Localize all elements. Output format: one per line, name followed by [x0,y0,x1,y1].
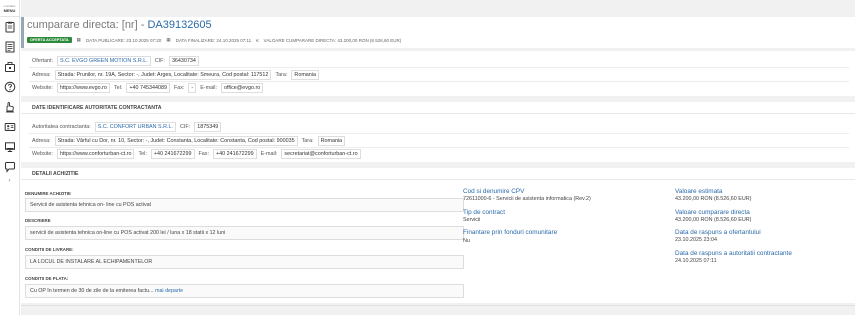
calendar-icon: ▦ [166,37,171,42]
authority-country-value: Romania [317,136,346,146]
descriere-label: DESCRIERE [25,218,51,223]
authority-contact-row: Website: https://www.conforturban-ct.ro … [32,149,361,159]
authority-tel-value: +40 241672299 [150,149,195,159]
date-finalized: DATA FINALIZARE: 24.10.2025 07:11 [175,37,252,43]
plata-field: Cu OP în termen de 30 de zile de la emit… [25,284,464,298]
offerer-label: Ofertant: [32,58,53,64]
offerer-country-label: Tara: [275,72,288,78]
offerer-fax-label: Fax: [173,85,185,91]
authority-address-row: Adresa: Strada: Vârful cu Dor, nr. 10, S… [32,136,346,146]
offerer-email-value[interactable]: office@evgo.ro [221,83,264,93]
date-published: DATA PUBLICARE: 23.10.2025 07:20 [85,37,162,43]
euro-icon: € [256,37,259,43]
separator [29,67,849,68]
separator [29,147,849,148]
authority-website-label: Website: [32,151,53,157]
authority-website-value[interactable]: https://www.conforturban-ct.ro [56,149,135,159]
offerer-website-value[interactable]: https://www.evgo.ro [56,83,110,93]
procurement-header: cumparare directa: [nr] - DA39132605 OFE… [21,17,855,48]
expand-sidebar-icon[interactable]: › [0,178,19,184]
descriere-field: servicii de asistenta tehnica on-line cu… [25,226,464,240]
clipboard-icon[interactable] [0,17,20,37]
authority-address-value: Strada: Vârful cu Dor, nr. 10, Sector: -… [54,136,298,146]
authority-section-title: DATE IDENTIFICARE AUTORITATE CONTRACTANT… [21,102,855,114]
offerer-row: Ofertant: S.C. EVGO GREEN MOTION S.R.L. … [32,56,199,66]
valoare-estimata-value: 43.200,00 RON (8.526,60 EUR) [675,196,752,202]
authority-cif-value: 1875349 [194,122,222,132]
raspuns-ofertant-value: 23.10.2025 23:04 [675,237,717,243]
authority-cif-label: CIF: [180,124,191,130]
page-title: cumparare directa: [nr] - DA39132605 [27,19,212,31]
offerer-email-label: E-mail: [200,85,217,91]
authority-address-label: Adresa: [32,138,51,144]
procurement-id-link[interactable]: DA39132605 [147,19,211,31]
livrare-field: LA LOCUL DE INSTALARE AL ECHIPAMENTELOR [25,255,464,269]
authority-tel-label: Tel: [138,151,147,157]
tip-contract-title: Tip de contract [463,209,506,216]
authority-name-link[interactable]: S.C. CONFORT URBAN S.R.L. [94,122,177,132]
help-icon[interactable] [0,77,20,97]
sidebar: e-licitatie MENU › [0,0,20,315]
cpv-value: 72611000-6 - Servicii de asistenta infor… [463,196,591,202]
fonduri-value: Nu [463,238,470,244]
tip-contract-value: Servicii [463,217,481,223]
offerer-cif-label: CIF: [154,58,165,64]
id-card-icon[interactable] [0,117,20,137]
authority-fax-value: +40 241672299 [212,149,257,159]
denumire-field: Servicii de asistenta tehnica on- line c… [25,198,464,212]
offerer-cif-value: 36430734 [168,56,199,66]
read-more-link[interactable]: mai departe [155,288,183,294]
menu-toggle[interactable]: e-licitatie MENU [0,0,19,17]
authority-fax-label: Fax: [198,151,209,157]
offerer-name-link[interactable]: S.C. EVGO GREEN MOTION S.R.L. [56,56,151,66]
offerer-address-row: Adresa: Strada: Prunilor, nr. 19A, Secto… [32,70,319,80]
livrare-label: CONDITII DE LIVRARE: [25,247,74,252]
monitor-icon[interactable] [0,137,20,157]
offerer-address-label: Adresa: [32,72,51,78]
hand-gavel-icon[interactable] [0,97,20,117]
title-prefix: cumparare directa: [nr] - [27,19,148,31]
status-badge: OFERTA ACCEPTATA [27,37,72,43]
offerer-tel-label: Tel: [113,85,123,91]
fonduri-title: Finantare prin fonduri comunitare [463,229,558,236]
document-list-icon[interactable] [0,37,20,57]
offerer-address-value: Strada: Prunilor, nr. 19A, Sector: -, Ju… [54,70,272,80]
raspuns-autoritate-title: Data de raspuns a autoritatii contractan… [675,250,792,257]
details-section-title: DETALII ACHIZITIE [21,168,855,180]
authority-label: Autoritatea contractanta: [32,124,91,130]
header-meta: OFERTA ACCEPTATA ▦ DATA PUBLICARE: 23.10… [27,37,401,43]
authority-country-label: Tara: [301,138,314,144]
separator [29,81,849,82]
offerer-fax-value: - [188,83,197,93]
bottom-divider [21,305,855,306]
raspuns-ofertant-title: Data de raspuns a ofertantului [675,229,761,236]
offerer-card: Ofertant: S.C. EVGO GREEN MOTION S.R.L. … [21,51,855,96]
valoare-estimata-title: Valoare estimata [675,188,723,195]
authority-email-label: E-mail: [260,151,278,157]
main-content: cumparare directa: [nr] - DA39132605 OFE… [21,0,855,315]
valoare-cumparare-value: 43.200,00 RON (8.526,60 EUR) [675,217,752,223]
offerer-contact-row: Website: https://www.evgo.ro Tel: +40 74… [32,83,264,93]
details-card: DETALII ACHIZITIE DENUMIRE ACHIZITIE Ser… [21,168,855,303]
valoare-cumparare-title: Valoare cumparare directa [675,209,750,216]
authority-row: Autoritatea contractanta: S.C. CONFORT U… [32,122,222,132]
plata-label: CONDITII DE PLATA: [25,276,69,281]
offerer-website-label: Website: [32,85,53,91]
authority-email-value[interactable]: secretariat@conforturban-ct.ro [281,149,361,159]
denumire-label: DENUMIRE ACHIZITIE [25,191,71,196]
offerer-tel-value: +40 745344089 [126,83,170,93]
menu-label: MENU [3,7,16,13]
direct-purchase-value: VALOARE CUMPARARE DIRECTA: 43.200,00 RON… [263,37,402,43]
chat-icon[interactable] [0,157,20,177]
authority-card: DATE IDENTIFICARE AUTORITATE CONTRACTANT… [21,102,855,162]
briefcase-icon[interactable] [0,57,20,77]
plata-value: Cu OP în termen de 30 de zile de la emit… [30,288,154,294]
calendar-icon: ▦ [76,37,81,42]
separator [29,133,849,134]
cpv-title: Cod si denumire CPV [463,188,525,195]
raspuns-autoritate-value: 24.10.2025 07:11 [675,258,717,264]
offerer-country-value: Romania [291,70,319,80]
